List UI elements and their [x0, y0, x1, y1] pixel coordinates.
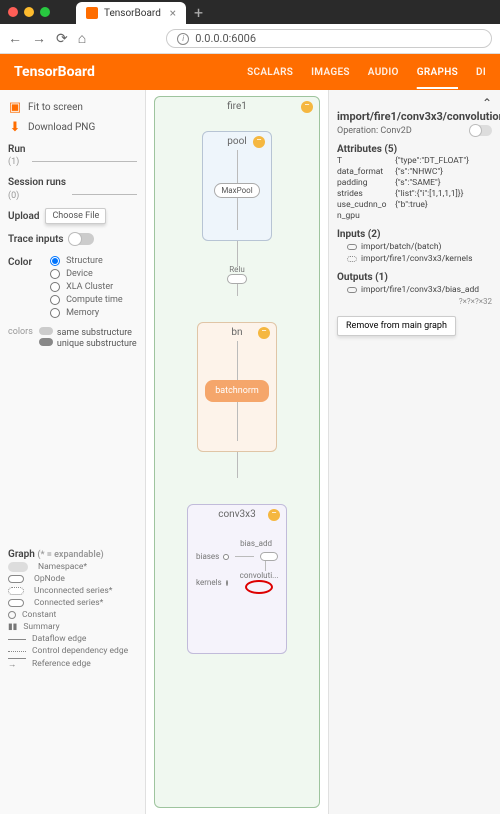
back-button[interactable]: ← [8, 30, 22, 47]
upload-row: Upload Choose File [8, 207, 137, 224]
collapse-icon[interactable]: − [268, 509, 280, 521]
output-link[interactable]: import/fire1/conv3x3/bias_add [347, 285, 492, 295]
nav-scalars[interactable]: SCALARS [247, 67, 293, 78]
main-area: ▣ Fit to screen ⬇ Download PNG Run (1) S… [0, 90, 500, 814]
run-row: Run (1) [8, 140, 137, 167]
collapse-icon[interactable]: − [258, 327, 270, 339]
trace-inputs-toggle[interactable] [70, 233, 94, 245]
pool-namespace[interactable]: pool − MaxPool [202, 131, 272, 241]
colors-legend-row: colors same substructure unique substruc… [8, 327, 137, 349]
macos-titlebar: TensorBoard × + [0, 0, 500, 24]
fit-icon: ▣ [8, 100, 22, 114]
home-button[interactable]: ⌂ [78, 30, 86, 47]
left-sidebar: ▣ Fit to screen ⬇ Download PNG Run (1) S… [0, 90, 146, 814]
attributes-list: T{"type":"DT_FLOAT"} data_format{"s":"NH… [337, 156, 492, 221]
nav-graphs[interactable]: GRAPHS [417, 67, 458, 78]
reload-button[interactable]: ⟳ [56, 31, 68, 47]
remove-from-graph-button[interactable]: Remove from main graph [337, 316, 456, 336]
address-bar[interactable]: i 0.0.0.0:6006 [166, 29, 492, 48]
url-text: 0.0.0.0:6006 [195, 32, 256, 45]
app-header: TensorBoard SCALARS IMAGES AUDIO GRAPHS … [0, 54, 500, 90]
session-row: Session runs (0) [8, 173, 137, 201]
conv3x3-namespace[interactable]: conv3x3 − bias_add biases kernels convol… [187, 504, 287, 654]
main-nav-tabs: SCALARS IMAGES AUDIO GRAPHS DI [247, 67, 486, 78]
color-xla-radio[interactable]: XLA Cluster [50, 282, 123, 292]
node-title: import/fire1/conv3x3/convolution [337, 96, 492, 123]
output-shape: ?×?×?×32 [337, 297, 492, 306]
trace-inputs-row: Trace inputs [8, 230, 137, 247]
graph-legend: Graph (* = expandable) Namespace* OpNode… [8, 549, 137, 670]
outputs-list: import/fire1/conv3x3/bias_add [337, 285, 492, 295]
color-memory-radio[interactable]: Memory [50, 308, 123, 318]
convolution-node-selected[interactable] [245, 580, 273, 594]
browser-tab-tensorboard[interactable]: TensorBoard × [76, 2, 186, 24]
color-compute-radio[interactable]: Compute time [50, 295, 123, 305]
forward-button[interactable]: → [32, 30, 46, 47]
color-structure-radio[interactable]: Structure [50, 256, 123, 266]
browser-toolbar: ← → ⟳ ⌂ i 0.0.0.0:6006 [0, 24, 500, 54]
bn-namespace[interactable]: bn − batchnorm [197, 322, 277, 452]
tab-title: TensorBoard [104, 8, 161, 19]
choose-file-button[interactable]: Choose File [45, 208, 106, 224]
collapse-icon[interactable]: − [253, 136, 265, 148]
color-section: Color Structure Device XLA Cluster Compu… [8, 253, 137, 321]
maximize-window-icon[interactable] [40, 7, 50, 17]
inputs-list: import/batch/(batch) import/fire1/conv3x… [337, 242, 492, 264]
session-select[interactable] [72, 179, 137, 195]
download-png-button[interactable]: ⬇ Download PNG [8, 120, 137, 134]
color-device-radio[interactable]: Device [50, 269, 123, 279]
batchnorm-node[interactable]: batchnorm [205, 380, 269, 402]
tensorboard-favicon-icon [86, 7, 98, 19]
collapse-panel-icon[interactable]: ⌃ [482, 96, 492, 110]
collapse-icon[interactable]: − [301, 101, 313, 113]
nav-distributions[interactable]: DI [476, 67, 486, 78]
summary-icon: ▮▮ [8, 622, 17, 632]
download-icon: ⬇ [8, 120, 22, 134]
maxpool-node[interactable]: MaxPool [214, 183, 259, 198]
close-tab-icon[interactable]: × [170, 6, 176, 20]
fit-to-screen-button[interactable]: ▣ Fit to screen [8, 100, 137, 114]
close-window-icon[interactable] [8, 7, 18, 17]
brand-logo: TensorBoard [14, 64, 95, 80]
fire1-namespace[interactable]: fire1 − pool − MaxPool Relu bn − batchno… [154, 96, 320, 808]
run-select[interactable] [32, 146, 137, 162]
relu-node[interactable]: Relu [167, 265, 307, 284]
input-link[interactable]: import/batch/(batch) [347, 242, 492, 252]
new-tab-button[interactable]: + [186, 1, 211, 24]
browser-tab-strip: TensorBoard × + [76, 0, 492, 24]
op-toggle[interactable] [470, 125, 492, 136]
node-details-panel: ⌃ import/fire1/conv3x3/convolution Opera… [328, 90, 500, 814]
nav-audio[interactable]: AUDIO [368, 67, 399, 78]
input-link[interactable]: import/fire1/conv3x3/kernels [347, 254, 492, 264]
minimize-window-icon[interactable] [24, 7, 34, 17]
graph-canvas[interactable]: fire1 − pool − MaxPool Relu bn − batchno… [146, 90, 328, 814]
nav-images[interactable]: IMAGES [311, 67, 350, 78]
site-info-icon[interactable]: i [177, 33, 189, 45]
